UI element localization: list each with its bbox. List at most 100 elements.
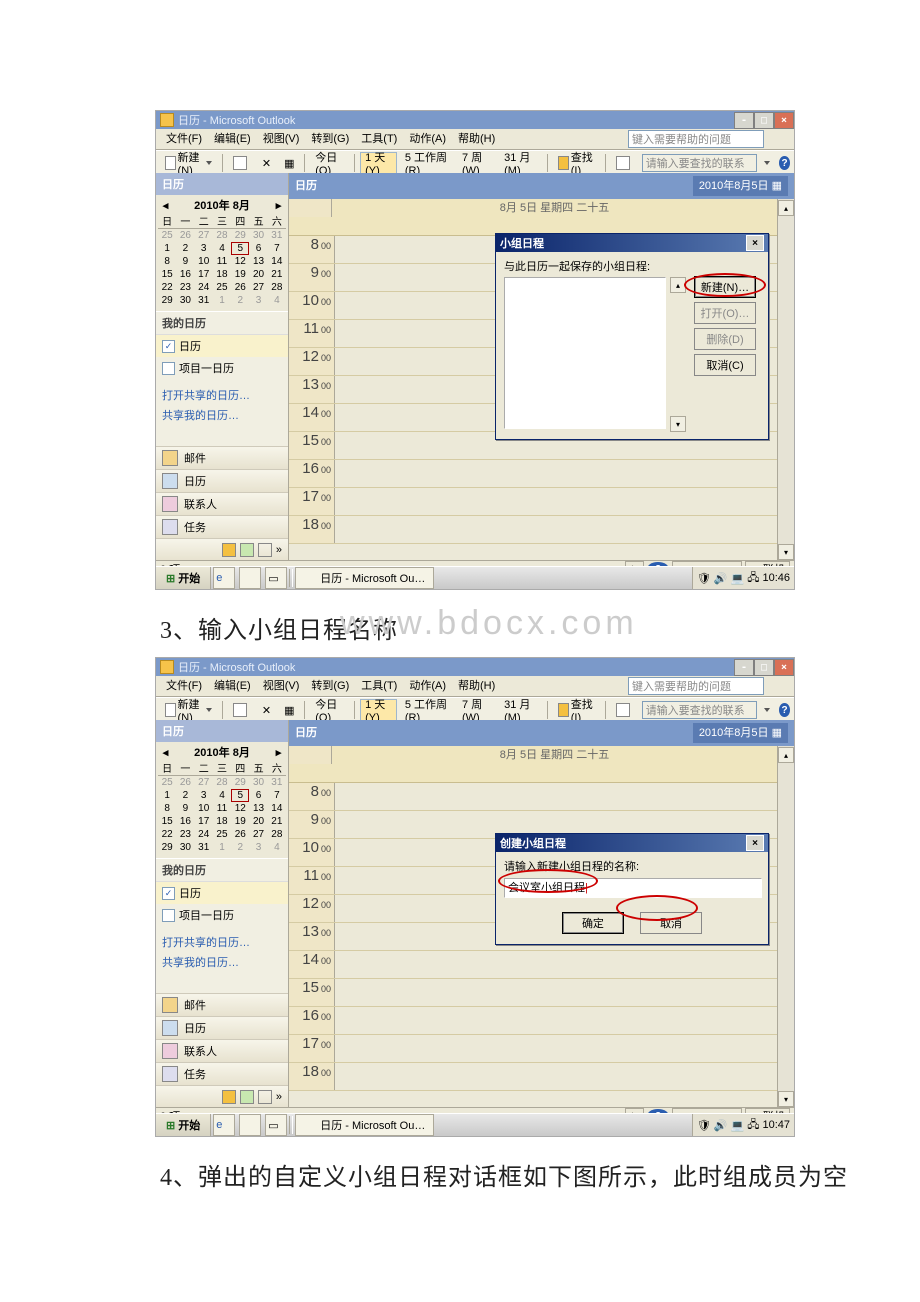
minimize-button[interactable]: - (734, 112, 754, 129)
new-button[interactable]: 新建(N) (160, 152, 217, 174)
menu-goto[interactable]: 转到(G) (305, 676, 355, 696)
dialog-close-button[interactable]: × (746, 235, 764, 251)
scroll-down-button[interactable]: ▾ (778, 1091, 794, 1107)
week-view-button[interactable]: 7 周(W) (457, 152, 496, 174)
tray-icon[interactable]: 🔊 (714, 1119, 728, 1132)
list-scroll-up[interactable]: ▴ (670, 277, 686, 293)
desktop-quick-launch[interactable]: ▭ (265, 567, 287, 589)
print-button[interactable] (228, 699, 254, 721)
nav-mail[interactable]: 邮件 (156, 446, 288, 469)
scroll-down-button[interactable]: ▾ (778, 544, 794, 560)
shortcuts-icon[interactable] (240, 1090, 254, 1104)
calendar-item-1[interactable]: ✓日历 (156, 882, 288, 904)
dropdown-icon[interactable] (764, 161, 770, 165)
outlook-quick-launch[interactable] (239, 1114, 261, 1136)
maximize-button[interactable]: □ (754, 659, 774, 676)
tray-icon[interactable]: 💻 (731, 1119, 745, 1132)
outlook-taskbar-button[interactable]: 日历 - Microsoft Ou… (295, 567, 434, 589)
nav-contacts[interactable]: 联系人 (156, 492, 288, 515)
help-search-box[interactable]: 键入需要帮助的问题 (628, 677, 764, 695)
month-view-button[interactable]: 31 月(M) (499, 152, 542, 174)
calendar-item-2[interactable]: 项目一日历 (156, 357, 288, 379)
ie-taskbar-button[interactable]: e (213, 567, 235, 589)
tray-icon[interactable]: 💻 (731, 572, 745, 585)
nav-calendar[interactable]: 日历 (156, 469, 288, 492)
calendar-item-2[interactable]: 项目一日历 (156, 904, 288, 926)
menu-edit[interactable]: 编辑(E) (208, 676, 257, 696)
nav-contacts[interactable]: 联系人 (156, 1039, 288, 1062)
dropdown-icon[interactable] (764, 708, 770, 712)
day-view-button[interactable]: 1 天(Y) (360, 152, 397, 174)
share-my-link[interactable]: 共享我的日历… (156, 405, 288, 425)
nav-tasks[interactable]: 任务 (156, 1062, 288, 1085)
dlg-open-button[interactable]: 打开(O)… (694, 302, 756, 324)
minimize-button[interactable]: - (734, 659, 754, 676)
vertical-scrollbar[interactable]: ▾ (777, 217, 794, 561)
start-button[interactable]: ⊞开始 (156, 567, 211, 589)
folders-icon[interactable] (222, 1090, 236, 1104)
journal-icon[interactable] (258, 1090, 272, 1104)
view-icon[interactable]: ▦ (772, 179, 782, 193)
dialog-close-button[interactable]: × (746, 835, 764, 851)
chevron-icon[interactable]: » (276, 1091, 282, 1103)
name-input[interactable]: 会议室小组日程| (504, 878, 762, 898)
tray-icon[interactable]: 🛡 (697, 1119, 711, 1132)
ie-taskbar-button[interactable]: e (213, 1114, 235, 1136)
vertical-scrollbar[interactable]: ▾ (777, 764, 794, 1108)
print-button[interactable] (228, 152, 254, 174)
menu-file[interactable]: 文件(F) (160, 129, 208, 149)
dlg-cancel-button[interactable]: 取消(C) (694, 354, 756, 376)
start-button[interactable]: ⊞开始 (156, 1114, 211, 1136)
contact-search-input[interactable]: 请输入要查找的联系人 (642, 701, 758, 719)
tray-icon[interactable]: 🛡 (697, 572, 711, 585)
outlook-taskbar-button[interactable]: 日历 - Microsoft Ou… (295, 1114, 434, 1136)
help-search-box[interactable]: 键入需要帮助的问题 (628, 130, 764, 148)
find-button[interactable]: 查找(I) (553, 152, 600, 174)
next-month-button[interactable]: ▸ (273, 199, 284, 212)
menu-edit[interactable]: 编辑(E) (208, 129, 257, 149)
dlg-delete-button[interactable]: 删除(D) (694, 328, 756, 350)
menu-tools[interactable]: 工具(T) (355, 129, 403, 149)
list-scroll-down[interactable]: ▾ (670, 416, 686, 432)
journal-icon[interactable] (258, 543, 272, 557)
menu-actions[interactable]: 动作(A) (403, 676, 452, 696)
mini-cal-grid[interactable]: 2526272829303112345678910111213141516171… (158, 229, 286, 307)
prev-month-button[interactable]: ◂ (160, 199, 171, 212)
menu-view[interactable]: 视图(V) (257, 676, 306, 696)
menu-file[interactable]: 文件(F) (160, 676, 208, 696)
workweek-view-button[interactable]: 5 工作周(R) (400, 699, 454, 721)
menu-help[interactable]: 帮助(H) (452, 676, 501, 696)
calendar-item-1[interactable]: ✓日历 (156, 335, 288, 357)
checkbox-icon[interactable] (162, 909, 175, 922)
dlg-new-button[interactable]: 新建(N)… (694, 276, 756, 298)
view-icon[interactable]: ▦ (772, 726, 782, 740)
maximize-button[interactable]: □ (754, 112, 774, 129)
scroll-up-button[interactable]: ▴ (778, 747, 794, 763)
mini-cal-grid[interactable]: 2526272829303112345678910111213141516171… (158, 776, 286, 854)
desktop-quick-launch[interactable]: ▭ (265, 1114, 287, 1136)
new-button[interactable]: 新建(N) (160, 699, 217, 721)
open-shared-link[interactable]: 打开共享的日历… (156, 932, 288, 952)
grid-button[interactable]: ▦ (279, 699, 299, 721)
menu-tools[interactable]: 工具(T) (355, 676, 403, 696)
share-my-link[interactable]: 共享我的日历… (156, 952, 288, 972)
menu-help[interactable]: 帮助(H) (452, 129, 501, 149)
tray-icon[interactable]: 🖧 (747, 1116, 759, 1135)
open-shared-link[interactable]: 打开共享的日历… (156, 385, 288, 405)
nav-calendar[interactable]: 日历 (156, 1016, 288, 1039)
close-button[interactable]: × (774, 659, 794, 676)
prev-month-button[interactable]: ◂ (160, 746, 171, 759)
find-button[interactable]: 查找(I) (553, 699, 600, 721)
outlook-quick-launch[interactable] (239, 567, 261, 589)
delete-toolbar-button[interactable]: ✕ (257, 152, 276, 174)
menu-view[interactable]: 视图(V) (257, 129, 306, 149)
tray-icon[interactable]: 🖧 (747, 569, 759, 588)
contact-search-input[interactable]: 请输入要查找的联系人 (642, 154, 758, 172)
shortcuts-icon[interactable] (240, 543, 254, 557)
tray-icon[interactable]: 🔊 (714, 572, 728, 585)
today-button[interactable]: 今日(O) (310, 152, 349, 174)
folders-icon[interactable] (222, 543, 236, 557)
menu-actions[interactable]: 动作(A) (403, 129, 452, 149)
scroll-up-button[interactable]: ▴ (778, 200, 794, 216)
checkbox-icon[interactable]: ✓ (162, 887, 175, 900)
